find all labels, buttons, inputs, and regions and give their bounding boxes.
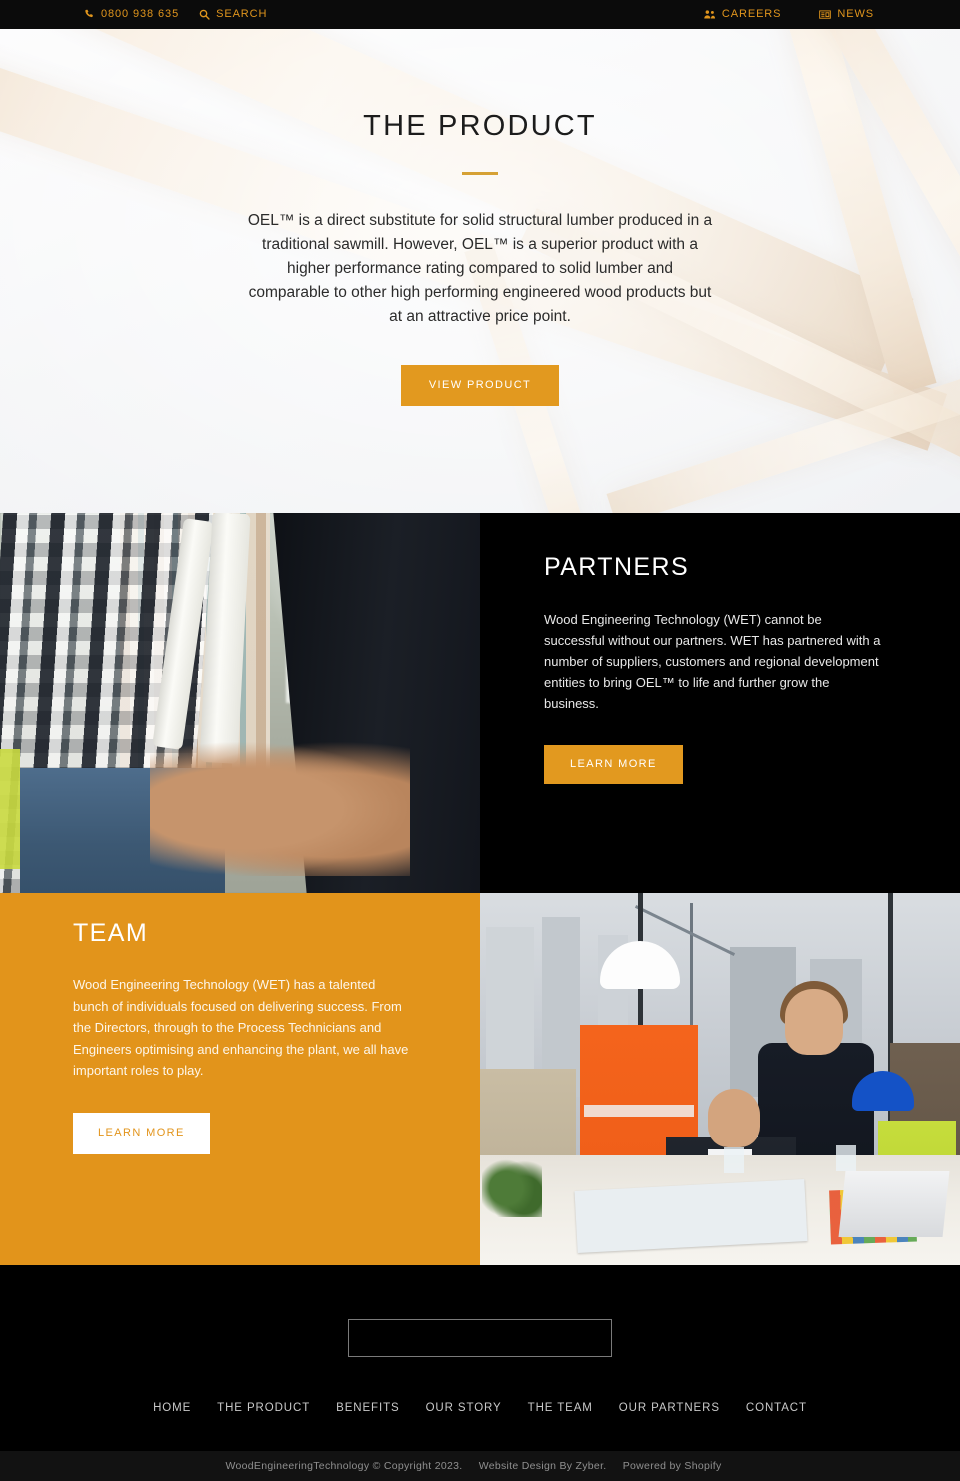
page-root: 0800 938 635 SEARCH CAREERS NEWS THE PRO… [0, 0, 960, 1481]
footer-link-the-product[interactable]: THE PRODUCT [217, 1402, 310, 1414]
partners-title: PARTNERS [544, 553, 690, 581]
newspaper-icon [819, 9, 832, 20]
footer-link-contact[interactable]: CONTACT [746, 1402, 807, 1414]
copyright-text: WoodEngineeringTechnology © Copyright 20… [225, 1460, 463, 1472]
team-description: Wood Engineering Technology (WET) has a … [73, 977, 409, 1078]
careers-link[interactable]: CAREERS [704, 9, 781, 20]
topbar-left-group: 0800 938 635 SEARCH [84, 9, 267, 20]
footer-credits: WoodEngineeringTechnology © Copyright 20… [225, 1460, 734, 1472]
partners-image [0, 513, 480, 893]
team-section: TEAM Wood Engineering Technology (WET) h… [0, 893, 960, 1265]
partners-content: PARTNERS Wood Engineering Technology (WE… [480, 513, 960, 893]
hero-product-section: THE PRODUCT OEL™ is a direct substitute … [0, 29, 960, 513]
title-divider [462, 172, 498, 175]
news-label: NEWS [837, 8, 874, 20]
footer-link-our-story[interactable]: OUR STORY [426, 1402, 502, 1414]
page-title: THE PRODUCT [363, 110, 597, 142]
hero-content: THE PRODUCT OEL™ is a direct substitute … [0, 29, 960, 406]
search-icon [199, 9, 210, 20]
partners-section: PARTNERS Wood Engineering Technology (WE… [0, 513, 960, 893]
careers-label: CAREERS [721, 8, 782, 20]
view-product-button[interactable]: VIEW PRODUCT [400, 365, 560, 406]
search-link[interactable]: SEARCH [199, 9, 267, 20]
team-learn-more-button[interactable]: LEARN MORE [73, 1112, 210, 1154]
team-title: TEAM [73, 919, 149, 947]
top-utility-bar: 0800 938 635 SEARCH CAREERS NEWS [0, 0, 960, 29]
users-icon [704, 9, 716, 20]
platform-credit-text[interactable]: Powered by Shopify [623, 1460, 722, 1472]
team-content: TEAM Wood Engineering Technology (WET) h… [0, 893, 480, 1265]
footer-link-benefits[interactable]: BENEFITS [336, 1402, 399, 1414]
footer-navigation: HOME THE PRODUCT BENEFITS OUR STORY THE … [0, 1402, 960, 1414]
news-link[interactable]: NEWS [819, 9, 874, 20]
footer-legal-bar: WoodEngineeringTechnology © Copyright 20… [0, 1451, 960, 1481]
footer-link-home[interactable]: HOME [153, 1402, 191, 1414]
partners-description: Wood Engineering Technology (WET) cannot… [544, 612, 881, 711]
design-credit-text[interactable]: Website Design By Zyber. [479, 1460, 607, 1472]
phone-link[interactable]: 0800 938 635 [84, 9, 179, 20]
site-footer: HOME THE PRODUCT BENEFITS OUR STORY THE … [0, 1265, 960, 1481]
footer-link-the-team[interactable]: THE TEAM [528, 1402, 593, 1414]
phone-icon [84, 9, 95, 20]
partners-learn-more-button[interactable]: LEARN MORE [544, 745, 683, 784]
search-label: SEARCH [216, 8, 268, 20]
hero-description: OEL™ is a direct substitute for solid st… [247, 212, 713, 325]
footer-link-our-partners[interactable]: OUR PARTNERS [619, 1402, 720, 1414]
topbar-right-group: CAREERS NEWS [704, 9, 874, 20]
phone-label: 0800 938 635 [101, 8, 180, 20]
footer-logo-placeholder [348, 1319, 612, 1357]
team-image [480, 893, 960, 1265]
